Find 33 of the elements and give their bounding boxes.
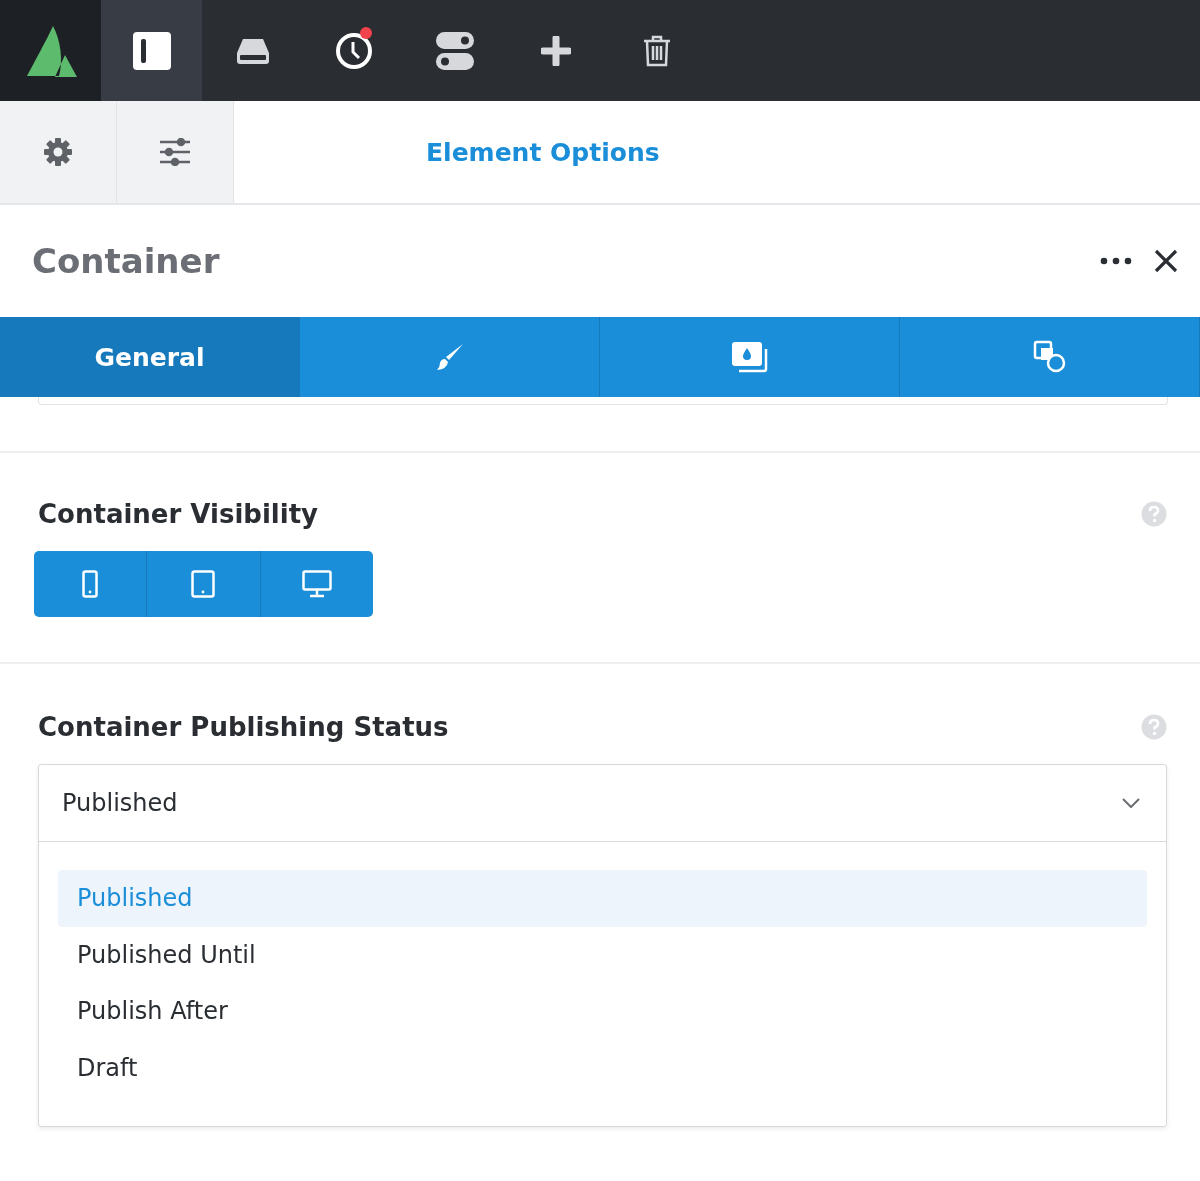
close-icon[interactable] — [1154, 249, 1178, 273]
brush-icon — [434, 342, 465, 372]
dropdown-option[interactable]: Published Until — [58, 926, 1147, 983]
tablet-icon — [191, 570, 216, 598]
toggles-icon — [434, 30, 475, 71]
panel-icon — [131, 30, 172, 71]
drive-icon — [234, 36, 271, 65]
more-icon[interactable] — [1100, 257, 1132, 265]
dropdown-option[interactable]: Publish After — [58, 983, 1147, 1040]
device-toggle[interactable] — [147, 551, 261, 617]
trash-icon — [642, 34, 671, 67]
images-icon — [730, 341, 769, 373]
dropdown-option[interactable]: Draft — [58, 1039, 1147, 1096]
section-label: Container Publishing Status — [38, 712, 449, 742]
sliders-icon — [159, 138, 191, 166]
toolbar-button[interactable] — [101, 0, 202, 101]
element-title: Container — [32, 241, 221, 281]
tab[interactable]: General — [0, 317, 300, 397]
plus-icon — [540, 35, 571, 66]
panel-button[interactable] — [117, 101, 234, 203]
status-select[interactable]: Published — [39, 765, 1166, 842]
settings-icon — [42, 136, 74, 168]
panel-button[interactable] — [0, 101, 117, 203]
chevron-down-icon — [1122, 798, 1140, 808]
monitor-icon — [301, 570, 332, 598]
phone-icon — [82, 570, 99, 598]
device-toggle[interactable] — [34, 551, 148, 617]
shapes-icon — [1032, 340, 1067, 374]
clock-icon — [334, 31, 373, 70]
device-toggle[interactable] — [260, 551, 373, 617]
logo-cell[interactable] — [0, 0, 101, 101]
panel-title: Element Options — [426, 137, 660, 167]
section-label: Container Visibility — [38, 499, 319, 529]
